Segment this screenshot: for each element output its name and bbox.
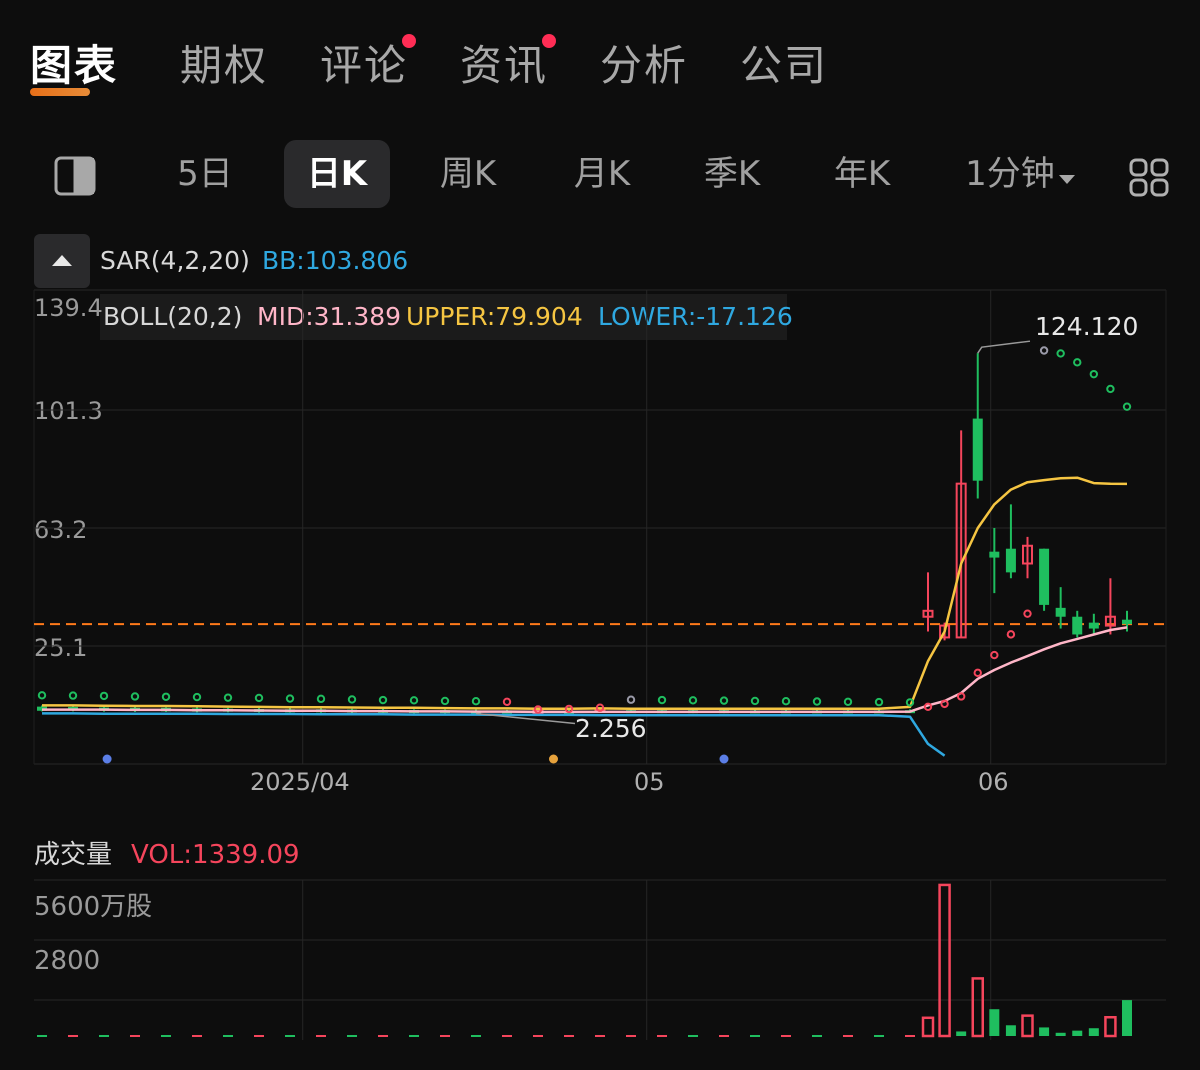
sar-dot: [874, 697, 884, 707]
volume-bar: [938, 883, 951, 1038]
candle-body: [1039, 548, 1050, 605]
sar-dot: [1089, 369, 1099, 379]
sar-dot: [254, 693, 264, 703]
sar-dot: [688, 696, 698, 705]
volume-bar: [1039, 1027, 1050, 1036]
sar-dot: [905, 698, 915, 707]
sar-dot: [285, 694, 295, 703]
sar-dot: [68, 691, 78, 700]
sar-dot: [1056, 349, 1065, 358]
sar-dot: [940, 699, 949, 709]
sar-dot: [1023, 609, 1032, 618]
candle-body: [1122, 619, 1132, 625]
candle-body: [989, 551, 1000, 558]
sar-dot: [471, 697, 481, 706]
price-volume-chart[interactable]: [0, 0, 1200, 1070]
sar-dot: [719, 696, 729, 705]
sar-dot: [316, 694, 326, 704]
candle-body: [1072, 616, 1083, 635]
sar-dot: [1106, 384, 1115, 394]
volume-bar: [1072, 1030, 1083, 1036]
sar-dot: [956, 692, 966, 701]
sar-dot: [626, 695, 636, 704]
sar-dot: [1006, 630, 1016, 639]
sar-dot: [1122, 402, 1132, 411]
volume-bar: [1088, 1028, 1099, 1036]
event-marker: [549, 754, 558, 764]
sar-dot: [502, 697, 512, 707]
event-marker: [719, 754, 729, 764]
volume-bar: [1055, 1032, 1066, 1036]
sar-dot: [843, 697, 853, 707]
volume-bar: [1122, 1000, 1132, 1036]
sar-dot: [812, 697, 822, 706]
sar-dot: [657, 695, 667, 705]
volume-bar: [1104, 1016, 1117, 1038]
sar-dot: [161, 692, 171, 701]
volume-bar: [989, 1009, 1000, 1036]
sar-dot: [347, 695, 357, 704]
sar-dot: [99, 691, 109, 701]
sar-dot: [1073, 358, 1082, 367]
sar-dot: [973, 668, 982, 678]
volume-bar: [971, 977, 984, 1038]
sar-dot: [1039, 346, 1049, 355]
sar-dot: [750, 696, 760, 706]
candle-body: [972, 418, 983, 481]
volume-bar: [956, 1031, 967, 1036]
sar-dot: [37, 691, 47, 700]
sar-dot: [378, 695, 388, 705]
candle-body: [1088, 622, 1099, 629]
volume-bar: [921, 1016, 935, 1038]
sar-dot: [440, 696, 450, 706]
candle-body: [1055, 607, 1066, 617]
sar-dot: [192, 692, 202, 702]
sar-dot: [409, 696, 419, 705]
sar-dot: [223, 693, 233, 702]
event-marker: [102, 754, 112, 764]
candle-body: [1005, 548, 1016, 573]
boll-lower-line: [42, 712, 946, 757]
high-leader-line: [977, 340, 1031, 354]
sar-dot: [923, 702, 933, 712]
sar-dot: [130, 692, 140, 701]
sar-dot: [990, 650, 999, 660]
sar-dot: [781, 697, 791, 706]
volume-bar: [1005, 1025, 1016, 1036]
boll-upper-line: [42, 476, 1128, 710]
volume-bar: [1021, 1014, 1034, 1038]
